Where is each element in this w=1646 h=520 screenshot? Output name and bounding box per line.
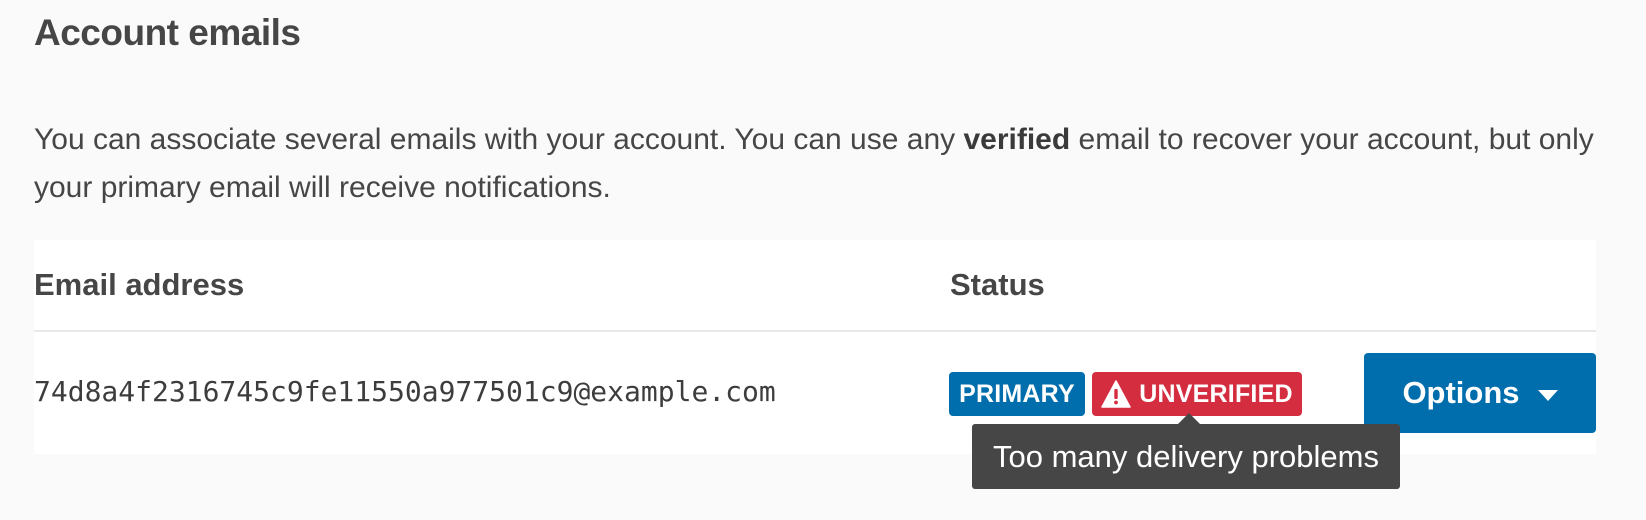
section-description: You can associate several emails with yo… xyxy=(34,116,1594,212)
emails-table: Email address Status 74d8a4f2316745c9fe1… xyxy=(34,240,1596,454)
tooltip: Too many delivery problems xyxy=(972,424,1400,489)
primary-badge-label: PRIMARY xyxy=(959,379,1075,408)
warning-triangle-icon xyxy=(1101,380,1132,408)
chevron-down-icon xyxy=(1537,389,1558,401)
unverified-badge-label: UNVERIFIED xyxy=(1139,379,1293,408)
section-title: Account emails xyxy=(34,12,301,53)
intro-text-start: You can associate several emails with yo… xyxy=(34,123,964,156)
unverified-badge[interactable]: UNVERIFIED xyxy=(1092,372,1302,416)
options-button-label: Options xyxy=(1402,375,1520,410)
column-header-status: Status xyxy=(950,267,1045,302)
table-header: Email address Status xyxy=(34,240,1596,332)
email-address: 74d8a4f2316745c9fe11550a977501c9@example… xyxy=(34,375,776,408)
primary-badge: PRIMARY xyxy=(949,372,1085,416)
tooltip-text: Too many delivery problems xyxy=(993,438,1379,474)
intro-text-bold: verified xyxy=(963,123,1071,156)
column-header-email: Email address xyxy=(34,267,245,302)
options-dropdown-button[interactable]: Options xyxy=(1364,353,1596,433)
